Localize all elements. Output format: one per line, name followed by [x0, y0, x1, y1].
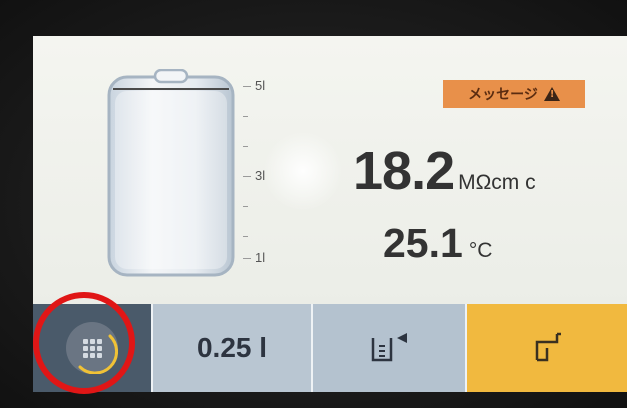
menu-button[interactable] — [66, 322, 118, 374]
reservoir-tank-icon — [107, 69, 235, 277]
warning-icon — [543, 87, 560, 101]
volume-button[interactable]: 0.25 l — [151, 304, 311, 392]
menu-cell — [33, 304, 151, 392]
message-button[interactable]: メッセージ — [443, 80, 585, 108]
resistivity-value: 18.2 — [353, 141, 455, 201]
scale-label-3l: 3l — [255, 168, 266, 183]
volumetric-dispense-icon — [371, 333, 407, 362]
scale-label-1l: 1l — [255, 250, 266, 265]
temperature-unit: °C — [468, 239, 493, 262]
volume-scale: 5l 3l 1l — [243, 78, 303, 266]
resistivity-readout: 18.2 MΩcm c — [353, 140, 536, 202]
message-label: メッセージ — [468, 87, 538, 103]
temperature-value: 25.1 — [383, 220, 463, 266]
bottom-toolbar: 0.25 l — [33, 304, 627, 392]
touch-screen: 5l 3l 1l メッセージ 18.2 MΩcm c 25.1 °C — [33, 36, 627, 392]
faucet-icon — [535, 332, 561, 362]
volume-label: 0.25 l — [196, 332, 268, 363]
temperature-readout: 25.1 °C — [383, 220, 492, 267]
faucet-button[interactable] — [465, 304, 627, 392]
scale-label-5l: 5l — [255, 78, 266, 93]
resistivity-unit: MΩcm c — [458, 171, 536, 194]
volumetric-dispense-button[interactable] — [311, 304, 465, 392]
menu-progress-arc — [78, 334, 118, 374]
